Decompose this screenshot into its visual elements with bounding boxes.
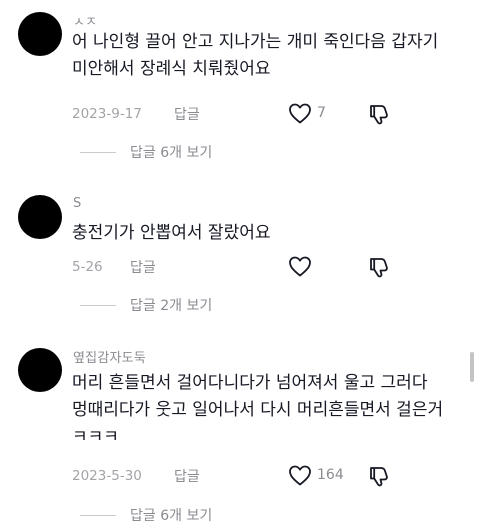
heart-outline-icon: [289, 103, 311, 124]
divider-line: [80, 304, 116, 306]
view-replies-label: 답글 6개 보기: [130, 145, 213, 161]
reply-button[interactable]: 답글: [130, 257, 156, 277]
heart-outline-icon: [289, 256, 311, 277]
comment-meta: 2023-9-17 답글: [72, 103, 472, 125]
comment-meta: 5-26 답글: [72, 256, 472, 278]
view-replies-button[interactable]: 답글 2개 보기: [80, 295, 212, 315]
dislike-button[interactable]: [366, 464, 390, 492]
comment-meta: 2023-5-30 답글: [72, 465, 472, 487]
comment-username[interactable]: 옆집감자도둑: [73, 347, 146, 366]
view-replies-label: 답글 2개 보기: [130, 298, 213, 314]
avatar[interactable]: [18, 12, 62, 56]
view-replies-button[interactable]: 답글 6개 보기: [80, 505, 212, 525]
reply-button[interactable]: 답글: [174, 104, 200, 124]
like-button[interactable]: 7: [288, 102, 326, 124]
divider-line: [80, 151, 116, 153]
comment-date: 2023-9-17: [72, 106, 142, 122]
divider-line: [80, 514, 116, 516]
like-count: 7: [317, 105, 326, 121]
like-button[interactable]: 164: [288, 464, 344, 486]
comment-username[interactable]: ㅅㅈ: [73, 11, 97, 30]
comment-date: 5-26: [72, 259, 103, 275]
avatar[interactable]: [18, 348, 62, 392]
thumbs-down-outline-icon: [370, 258, 388, 278]
comment-text: 어 나인형 끌어 안고 지나가는 개미 죽인다음 갑자기 미안해서 장례식 치뤄…: [72, 32, 439, 79]
dislike-button[interactable]: [366, 255, 390, 283]
thumbs-down-outline-icon: [370, 105, 388, 125]
view-replies-button[interactable]: 답글 6개 보기: [80, 142, 212, 162]
dislike-button[interactable]: [366, 102, 390, 130]
reply-button[interactable]: 답글: [174, 466, 200, 486]
comment-text: 충전기가 안뽑여서 잘랐어요: [72, 223, 271, 243]
comment-username[interactable]: S: [73, 196, 81, 211]
view-replies-label: 답글 6개 보기: [130, 508, 213, 524]
avatar[interactable]: [18, 195, 62, 239]
thumbs-down-outline-icon: [370, 467, 388, 487]
like-button[interactable]: [288, 255, 317, 277]
heart-outline-icon: [289, 465, 311, 486]
comment-date: 2023-5-30: [72, 468, 142, 484]
like-count: 164: [317, 467, 344, 483]
scrollbar[interactable]: [470, 352, 474, 382]
comment-text: 머리 흔들면서 걸어다니다가 넘어져서 울고 그러다 멍때리다가 웃고 일어나서…: [72, 373, 444, 447]
